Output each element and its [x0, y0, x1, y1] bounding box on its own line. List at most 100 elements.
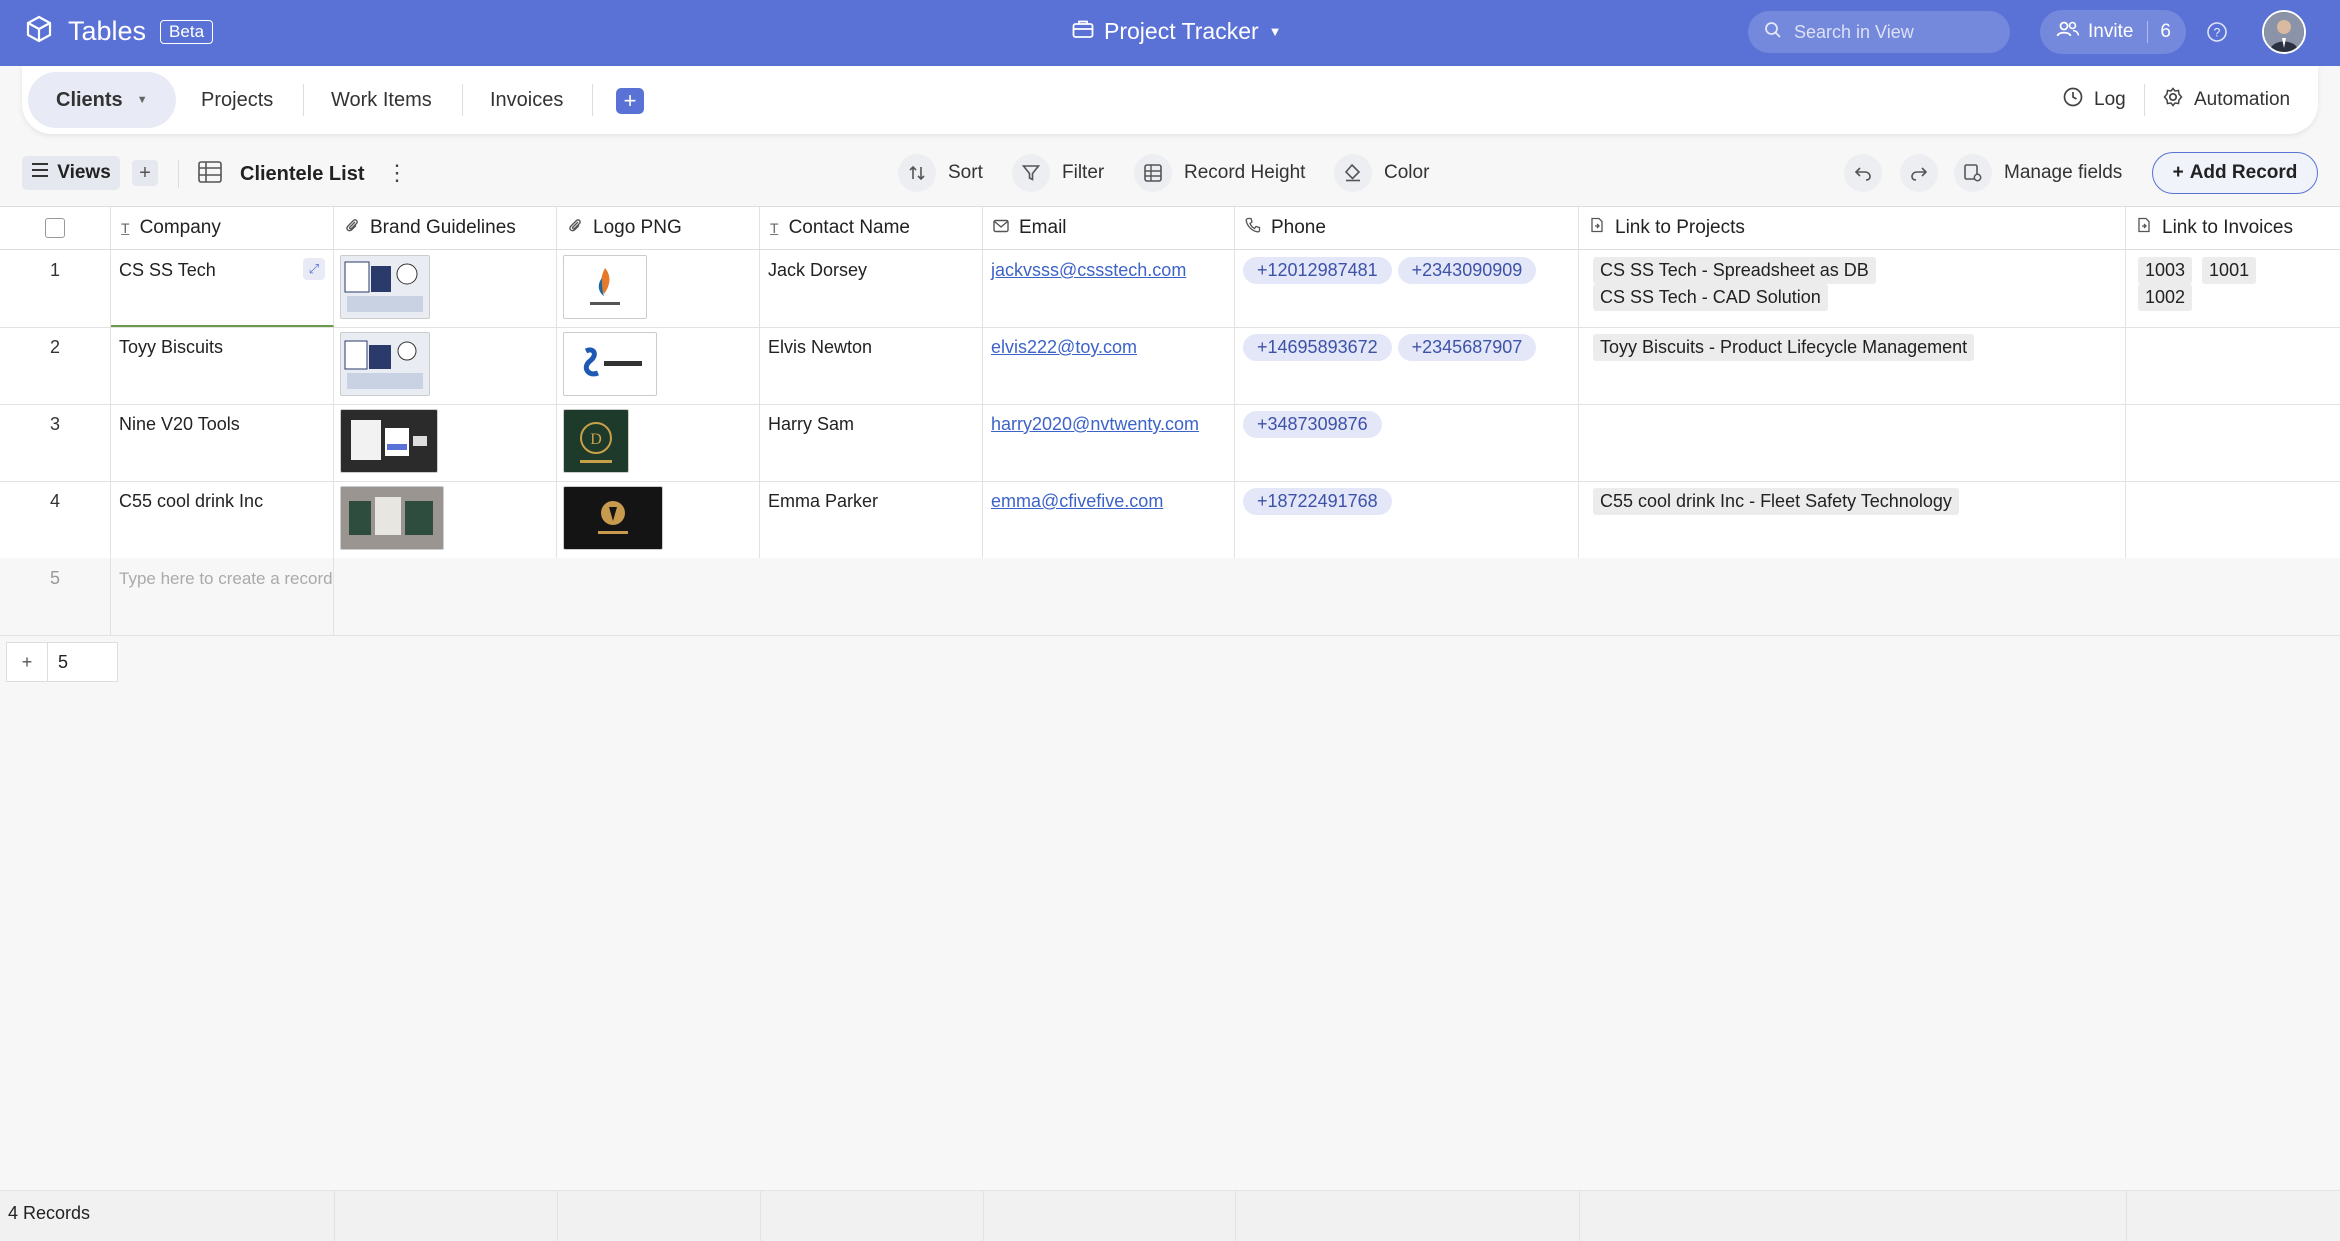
views-button[interactable]: Views — [22, 156, 120, 190]
record-height-button[interactable]: Record Height — [1134, 152, 1305, 194]
project-link-chip[interactable]: CS SS Tech - CAD Solution — [1593, 284, 1828, 311]
add-rows-control[interactable]: + 5 — [6, 642, 118, 682]
brand-guidelines-cell[interactable] — [334, 404, 557, 481]
brand-guidelines-thumbnail[interactable] — [340, 486, 444, 550]
email-link[interactable]: elvis222@toy.com — [991, 337, 1137, 357]
column-header-link-to-projects[interactable]: Link to Projects — [1579, 207, 2126, 249]
link-to-invoices-cell[interactable] — [2126, 481, 2340, 558]
phone-cell[interactable]: +3487309876 — [1235, 404, 1579, 481]
link-to-invoices-cell[interactable]: 1003 1001 1002 — [2126, 250, 2340, 327]
email-cell[interactable]: jackvsss@cssstech.com — [983, 250, 1235, 327]
company-cell[interactable]: CS SS Tech ⤢ — [111, 250, 334, 327]
logo-thumbnail[interactable] — [563, 255, 647, 319]
help-icon[interactable]: ? — [2206, 21, 2228, 48]
phone-chip[interactable]: +12012987481 — [1243, 257, 1392, 284]
email-link[interactable]: emma@cfivefive.com — [991, 491, 1163, 511]
add-view-button[interactable]: + — [132, 160, 158, 186]
contact-name-cell[interactable]: Jack Dorsey — [760, 250, 983, 327]
phone-chip[interactable]: +2343090909 — [1397, 257, 1537, 284]
new-record-input[interactable]: Type here to create a record — [111, 558, 334, 635]
project-switcher[interactable]: Project Tracker ▼ — [1072, 18, 1282, 45]
brand-guidelines-thumbnail[interactable] — [340, 255, 430, 319]
invoice-link-chip[interactable]: 1003 — [2138, 257, 2193, 284]
brand-guidelines-thumbnail[interactable] — [340, 409, 438, 473]
brand-guidelines-cell[interactable] — [334, 250, 557, 327]
link-to-invoices-cell[interactable] — [2126, 327, 2340, 404]
row-count-input[interactable]: 5 — [48, 652, 68, 673]
invite-button[interactable]: Invite 6 — [2040, 10, 2186, 54]
column-header-email[interactable]: Email — [983, 207, 1235, 249]
logo-png-cell[interactable] — [557, 481, 760, 558]
link-to-projects-cell[interactable]: Toyy Biscuits - Product Lifecycle Manage… — [1579, 327, 2126, 404]
column-header-link-to-invoices[interactable]: Link to Invoices — [2126, 207, 2340, 249]
email-cell[interactable]: emma@cfivefive.com — [983, 481, 1235, 558]
link-to-projects-cell[interactable]: CS SS Tech - Spreadsheet as DBCS SS Tech… — [1579, 250, 2126, 327]
email-link[interactable]: harry2020@nvtwenty.com — [991, 414, 1199, 434]
expand-record-icon[interactable]: ⤢ — [303, 258, 325, 280]
phone-cell[interactable]: +14695893672 +2345687907 — [1235, 327, 1579, 404]
email-cell[interactable]: elvis222@toy.com — [983, 327, 1235, 404]
view-name[interactable]: Clientele List — [240, 163, 364, 186]
invoice-link-chip[interactable]: 1001 — [2202, 257, 2257, 284]
contact-name-cell[interactable]: Elvis Newton — [760, 327, 983, 404]
brand-guidelines-thumbnail[interactable] — [340, 332, 430, 396]
add-record-button[interactable]: + Add Record — [2152, 152, 2318, 194]
company-cell[interactable]: Toyy Biscuits — [111, 327, 334, 404]
link-to-projects-cell[interactable] — [1579, 404, 2126, 481]
link-to-invoices-cell[interactable] — [2126, 404, 2340, 481]
logo-thumbnail[interactable]: D — [563, 409, 629, 473]
phone-chip[interactable]: +3487309876 — [1243, 411, 1382, 438]
phone-chip[interactable]: +14695893672 — [1243, 334, 1392, 361]
logo-png-cell[interactable] — [557, 250, 760, 327]
brand-guidelines-cell[interactable] — [334, 481, 557, 558]
more-options-icon[interactable]: ⋮ — [386, 160, 408, 186]
phone-cell[interactable]: +18722491768 — [1235, 481, 1579, 558]
column-header-company[interactable]: T̲ Company — [111, 207, 334, 249]
project-link-chip[interactable]: C55 cool drink Inc - Fleet Safety Techno… — [1593, 488, 1959, 515]
tab-work-items[interactable]: Work Items — [331, 72, 432, 128]
column-header-brand-guidelines[interactable]: Brand Guidelines — [334, 207, 557, 249]
sort-button[interactable]: Sort — [898, 152, 983, 194]
manage-fields-button[interactable]: Manage fields — [1954, 152, 2122, 194]
avatar[interactable] — [2262, 10, 2306, 54]
new-record-row[interactable]: 5 Type here to create a record — [0, 558, 2340, 636]
table-row[interactable]: 4 C55 cool drink Inc Emma Parker emma@cf… — [0, 481, 2340, 559]
logo-thumbnail[interactable] — [563, 486, 663, 550]
email-cell[interactable]: harry2020@nvtwenty.com — [983, 404, 1235, 481]
plus-icon[interactable]: + — [7, 643, 48, 681]
phone-chip[interactable]: +18722491768 — [1243, 488, 1392, 515]
contact-name-cell[interactable]: Emma Parker — [760, 481, 983, 558]
table-row[interactable]: 1 CS SS Tech ⤢ Jack Dorsey jackvsss@csss… — [0, 250, 2340, 328]
search-input[interactable]: Search in View — [1748, 11, 2010, 53]
company-cell[interactable]: Nine V20 Tools — [111, 404, 334, 481]
column-header-contact-name[interactable]: T̲ Contact Name — [760, 207, 983, 249]
link-to-projects-cell[interactable]: C55 cool drink Inc - Fleet Safety Techno… — [1579, 481, 2126, 558]
company-cell[interactable]: C55 cool drink Inc — [111, 481, 334, 558]
undo-icon[interactable] — [1844, 154, 1882, 192]
phone-cell[interactable]: +12012987481 +2343090909 — [1235, 250, 1579, 327]
logo-thumbnail[interactable] — [563, 332, 657, 396]
table-row[interactable]: 3 Nine V20 Tools D Harry Sam harry2020@n… — [0, 404, 2340, 482]
invoice-link-chip[interactable]: 1002 — [2138, 284, 2193, 311]
add-table-button[interactable]: + — [616, 88, 644, 114]
redo-icon[interactable] — [1900, 154, 1938, 192]
email-link[interactable]: jackvsss@cssstech.com — [991, 260, 1186, 280]
tab-clients[interactable]: Clients ▼ — [28, 72, 176, 128]
tab-projects[interactable]: Projects — [201, 72, 273, 128]
tab-invoices[interactable]: Invoices — [490, 72, 563, 128]
table-row[interactable]: 2 Toyy Biscuits Elvis Newton elvis222@to… — [0, 327, 2340, 405]
brand-guidelines-cell[interactable] — [334, 327, 557, 404]
project-link-chip[interactable]: CS SS Tech - Spreadsheet as DB — [1593, 257, 1876, 284]
log-button[interactable]: Log — [2062, 86, 2126, 114]
project-link-chip[interactable]: Toyy Biscuits - Product Lifecycle Manage… — [1593, 334, 1975, 361]
color-button[interactable]: Color — [1334, 152, 1429, 194]
filter-button[interactable]: Filter — [1012, 152, 1104, 194]
contact-name-cell[interactable]: Harry Sam — [760, 404, 983, 481]
app-brand[interactable]: Tables Beta — [24, 14, 214, 49]
column-header-logo-png[interactable]: Logo PNG — [557, 207, 760, 249]
logo-png-cell[interactable]: D — [557, 404, 760, 481]
phone-chip[interactable]: +2345687907 — [1397, 334, 1537, 361]
logo-png-cell[interactable] — [557, 327, 760, 404]
automation-button[interactable]: Automation — [2162, 86, 2290, 114]
column-header-phone[interactable]: Phone — [1235, 207, 1579, 249]
